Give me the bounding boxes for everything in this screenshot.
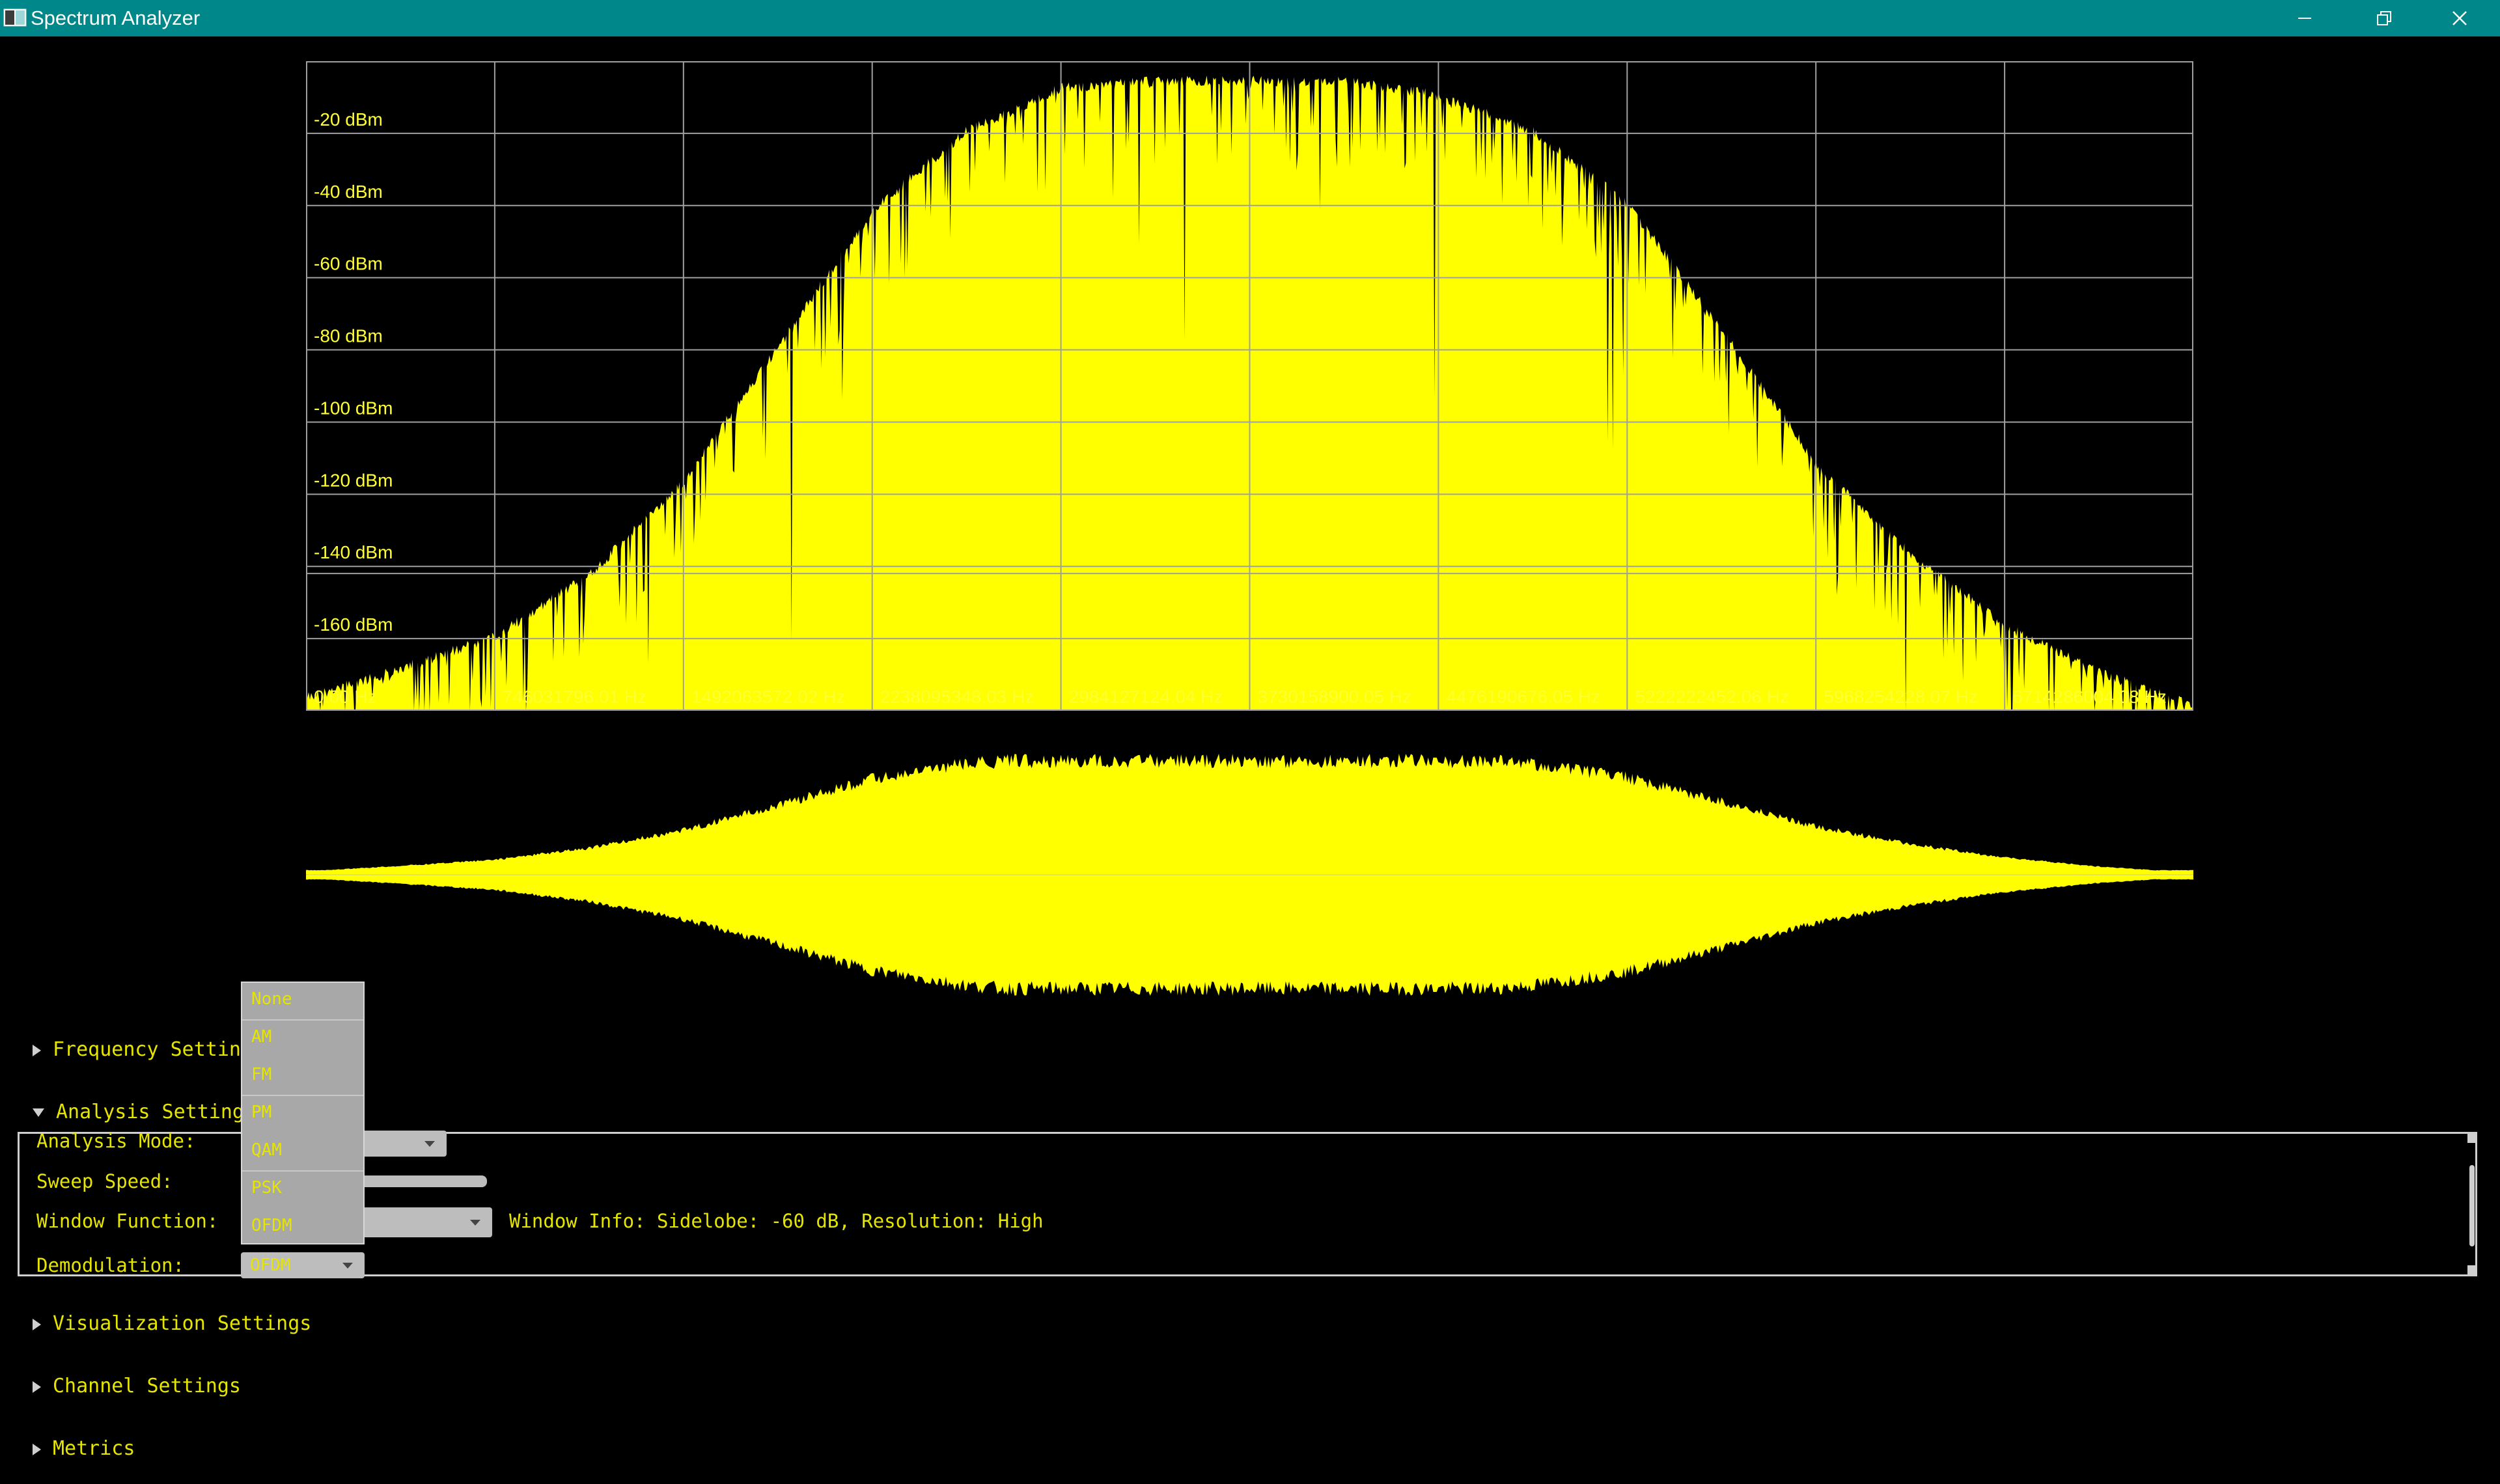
section-label: Visualization Settings bbox=[53, 1312, 312, 1335]
section-metrics[interactable]: Metrics bbox=[33, 1436, 135, 1462]
signal-envelope-plot bbox=[306, 752, 2193, 997]
y-tick-label: -100 dBm bbox=[314, 398, 393, 418]
y-tick-label: -140 dBm bbox=[314, 542, 393, 562]
section-label: Metrics bbox=[53, 1437, 135, 1460]
expand-arrow-icon bbox=[33, 1443, 41, 1455]
x-tick-label: 0.00 Hz bbox=[314, 687, 377, 707]
scroll-up-button[interactable] bbox=[2467, 1134, 2477, 1143]
close-icon bbox=[2452, 11, 2467, 25]
restore-icon bbox=[2377, 11, 2391, 25]
section-frequency-settings[interactable]: Frequency Settings bbox=[33, 1037, 264, 1063]
expand-arrow-icon bbox=[33, 1381, 41, 1393]
y-tick-label: -40 dBm bbox=[314, 182, 383, 202]
scroll-down-button[interactable] bbox=[2467, 1265, 2477, 1274]
y-tick-label: -60 dBm bbox=[314, 254, 383, 274]
sweep-speed-slider[interactable] bbox=[352, 1175, 487, 1187]
window-title: Spectrum Analyzer bbox=[31, 7, 201, 29]
minimize-button[interactable] bbox=[2269, 0, 2340, 36]
chevron-down-icon bbox=[342, 1263, 353, 1269]
dropdown-separator bbox=[242, 1019, 363, 1021]
x-tick-label: 2984127124.04 Hz bbox=[1069, 687, 1223, 707]
scrollbar-thumb[interactable] bbox=[2469, 1165, 2475, 1246]
dropdown-separator bbox=[242, 1170, 363, 1172]
section-label: Channel Settings bbox=[53, 1375, 241, 1397]
analysis-mode-label: Analysis Mode: bbox=[36, 1130, 196, 1152]
collapse-arrow-icon bbox=[33, 1108, 44, 1117]
analysis-mode-combo[interactable] bbox=[352, 1131, 447, 1157]
demodulation-label: Demodulation: bbox=[36, 1254, 184, 1276]
x-tick-label: 1492063572.02 Hz bbox=[691, 687, 846, 707]
x-tick-label: 746031796.01 Hz bbox=[503, 687, 646, 707]
window-info-text: Window Info: Sidelobe: -60 dB, Resolutio… bbox=[509, 1210, 1044, 1232]
chevron-down-icon bbox=[470, 1220, 480, 1226]
dropdown-option-pm[interactable]: PM bbox=[251, 1101, 355, 1123]
restore-button[interactable] bbox=[2348, 0, 2420, 36]
x-tick-label: 3730158900.05 Hz bbox=[1258, 687, 1412, 707]
sweep-speed-label: Sweep Speed: bbox=[36, 1170, 173, 1192]
dropdown-option-none[interactable]: None bbox=[251, 988, 355, 1010]
y-tick-label: -20 dBm bbox=[314, 109, 383, 130]
y-tick-label: -80 dBm bbox=[314, 326, 383, 346]
window-function-combo[interactable] bbox=[352, 1207, 492, 1237]
y-tick-label: -160 dBm bbox=[314, 614, 393, 635]
expand-arrow-icon bbox=[33, 1318, 41, 1330]
dropdown-option-psk[interactable]: PSK bbox=[251, 1177, 355, 1199]
window-function-label: Window Function: bbox=[36, 1210, 219, 1232]
spectrum-plot[interactable]: -160 dBm -140 dBm -120 dBm -100 dBm -80 dBm -… bbox=[305, 37, 2193, 711]
x-tick-label: 5222222452.06 Hz bbox=[1635, 687, 1789, 707]
section-label: Analysis Settings bbox=[56, 1101, 257, 1123]
app-window-icon bbox=[3, 8, 27, 27]
section-visualization-settings[interactable]: Visualization Settings bbox=[33, 1311, 311, 1337]
chevron-down-icon bbox=[424, 1141, 435, 1147]
section-analysis-settings[interactable]: Analysis Settings bbox=[33, 1099, 256, 1125]
section-label: Frequency Settings bbox=[53, 1038, 265, 1061]
title-bar: Spectrum Analyzer bbox=[0, 0, 2500, 36]
expand-arrow-icon bbox=[33, 1044, 41, 1056]
dropdown-option-fm[interactable]: FM bbox=[251, 1064, 355, 1086]
dropdown-option-ofdm[interactable]: OFDM bbox=[251, 1215, 355, 1237]
demodulation-dropdown-list: None AM FM PM QAM PSK OFDM bbox=[241, 982, 365, 1244]
x-tick-label: 2238095348.03 Hz bbox=[880, 687, 1035, 707]
x-tick-label: 5968254228.07 Hz bbox=[1824, 687, 1978, 707]
dropdown-separator bbox=[242, 1095, 363, 1096]
x-tick-label: 4476190676.05 Hz bbox=[1446, 687, 1600, 707]
demodulation-combo[interactable]: OFDM bbox=[241, 1252, 365, 1278]
y-tick-label: -120 dBm bbox=[314, 470, 393, 490]
dropdown-option-qam[interactable]: QAM bbox=[251, 1139, 355, 1161]
demodulation-value: OFDM bbox=[250, 1256, 291, 1275]
close-button[interactable] bbox=[2424, 0, 2495, 36]
section-channel-settings[interactable]: Channel Settings bbox=[33, 1373, 241, 1399]
x-tick-label: 6714286004.08 Hz bbox=[2012, 687, 2167, 707]
dropdown-option-am[interactable]: AM bbox=[251, 1026, 355, 1048]
minimize-icon bbox=[2298, 18, 2311, 19]
